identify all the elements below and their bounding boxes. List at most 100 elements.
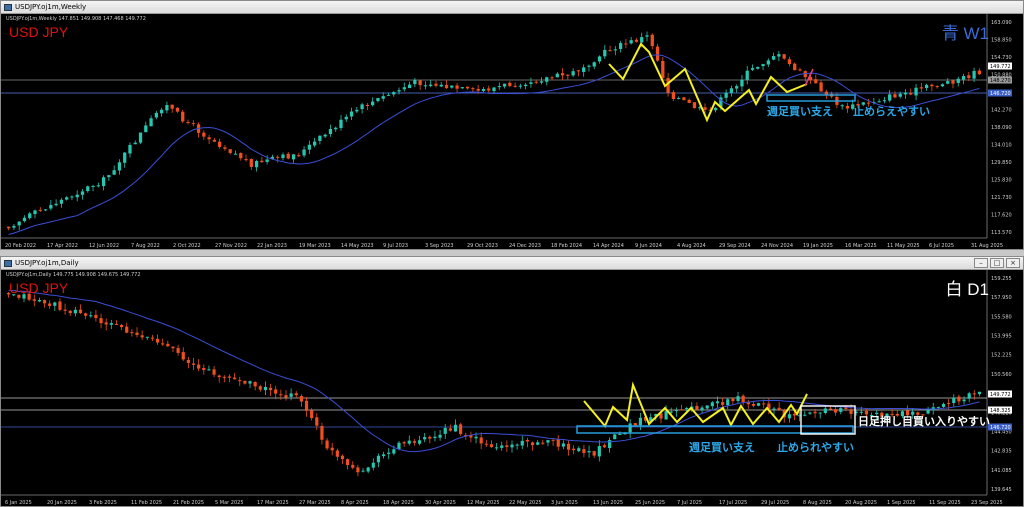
candle-body — [360, 104, 364, 110]
price-tag-label: 149.772 — [990, 392, 1011, 398]
candle-body — [433, 436, 437, 439]
candle-body — [323, 134, 327, 137]
daily-symbol-info: USDJPY.oj1m,Daily 149.775 149.908 149.67… — [6, 272, 141, 278]
candle-body — [961, 76, 966, 80]
candle-body — [325, 440, 329, 449]
candle-body — [762, 403, 766, 405]
close-icon[interactable]: × — [1006, 258, 1020, 268]
daily-chart-window[interactable]: USDJPY.oj1m,Daily – □ × 159.255 157.950 15… — [0, 256, 1024, 507]
candle-body — [814, 79, 818, 84]
candle-body — [297, 155, 301, 157]
candle-body — [423, 85, 428, 87]
candle-body — [629, 40, 633, 44]
date-tick-label: 20 Jan 2025 — [47, 500, 77, 506]
candle-body — [597, 56, 602, 62]
candle-body — [392, 449, 396, 454]
date-tick-label: 17 Mar 2025 — [257, 500, 289, 506]
price-tick-label: 142.835 — [991, 449, 1012, 455]
candle-body — [78, 309, 83, 313]
candle-body — [685, 408, 689, 410]
candle-body — [407, 440, 411, 444]
candle-body — [402, 442, 406, 444]
maximize-icon[interactable]: □ — [990, 258, 1004, 268]
daily-chart-canvas[interactable]: 159.255 157.950 155.580 153.995 152.225 150.5… — [1, 270, 1023, 507]
date-tick-label: 11 May 2025 — [887, 243, 920, 249]
candle-body — [223, 147, 227, 149]
candle-body — [109, 323, 113, 325]
date-tick-label: 21 Feb 2025 — [173, 500, 204, 506]
candle-body — [582, 449, 586, 453]
minimize-icon[interactable]: – — [974, 258, 988, 268]
candle-body — [845, 105, 850, 109]
price-tag-label: 146.720 — [990, 91, 1011, 97]
weekly-window-titlebar[interactable]: USDJPY.oj1m,Weekly — [1, 1, 1023, 14]
candle-body — [967, 393, 971, 399]
candle-body — [315, 417, 319, 426]
candle-body — [682, 97, 686, 100]
candle-body — [68, 310, 72, 314]
candle-body — [972, 393, 976, 395]
candle-body — [556, 439, 560, 447]
weekly-window-title: USDJPY.oj1m,Weekly — [15, 3, 87, 11]
candle-body — [766, 60, 770, 65]
candle-body — [28, 213, 32, 219]
candle-body — [476, 88, 480, 91]
candle-body — [37, 300, 42, 302]
daily-window-titlebar[interactable]: USDJPY.oj1m,Daily – □ × — [1, 257, 1023, 270]
candle-body — [687, 99, 691, 103]
candle-body — [951, 80, 955, 84]
date-tick-label: 16 Mar 2025 — [845, 243, 877, 249]
candle-body — [304, 400, 309, 411]
candle-body — [592, 451, 596, 456]
date-tick-label: 17 Jul 2025 — [719, 500, 747, 506]
candle-body — [228, 149, 232, 153]
candle-body — [450, 85, 454, 88]
candle-body — [191, 363, 196, 365]
candle-body — [561, 443, 565, 447]
candle-body — [104, 322, 108, 325]
candle-body — [803, 414, 807, 416]
candle-body — [175, 107, 180, 112]
candle-body — [721, 402, 725, 405]
weekly-chart-canvas[interactable]: 163.090158.850154.730150.880146.720142.2… — [1, 14, 1023, 250]
candle-body — [12, 225, 16, 228]
candle-body — [202, 132, 206, 137]
candle-body — [459, 424, 463, 434]
candle-body — [42, 300, 47, 304]
candle-body — [520, 440, 524, 446]
weekly-chart-window[interactable]: USDJPY.oj1m,Weekly 163.090 158.850 154.730… — [0, 0, 1024, 250]
candle-body — [603, 49, 607, 57]
candle-body — [541, 442, 545, 444]
candle-body — [566, 74, 570, 76]
date-tick-label: 23 Sep 2025 — [971, 500, 1003, 506]
candle-body — [818, 412, 822, 414]
candle-body — [741, 395, 745, 403]
candle-body — [166, 343, 170, 347]
price-tick-label: 142.270 — [991, 108, 1012, 114]
candle-body — [903, 92, 908, 95]
weekly-symbol-info: USDJPY.oj1m,Weekly 147.851 149.908 147.4… — [6, 16, 146, 22]
candle-body — [135, 332, 139, 335]
candle-body — [281, 154, 285, 159]
candle-body — [38, 209, 42, 211]
candle-body — [254, 161, 259, 168]
candle-body — [448, 428, 452, 431]
candle-body — [86, 186, 90, 192]
price-tick-label: 138.090 — [991, 125, 1012, 131]
candle-body — [154, 112, 158, 118]
candle-body — [771, 56, 776, 60]
candle-body — [566, 443, 571, 450]
candle-body — [859, 411, 863, 413]
candle-body — [715, 401, 720, 404]
candle-body — [258, 386, 262, 390]
candle-body — [875, 412, 879, 415]
candle-body — [661, 61, 665, 78]
price-tick-label: 129.850 — [991, 160, 1012, 166]
candle-body — [417, 440, 422, 444]
candle-body — [84, 313, 88, 316]
candle-body — [839, 408, 843, 412]
candle-body — [171, 346, 175, 349]
candle-body — [967, 75, 971, 78]
candle-body — [936, 406, 940, 408]
candle-body — [80, 191, 85, 195]
